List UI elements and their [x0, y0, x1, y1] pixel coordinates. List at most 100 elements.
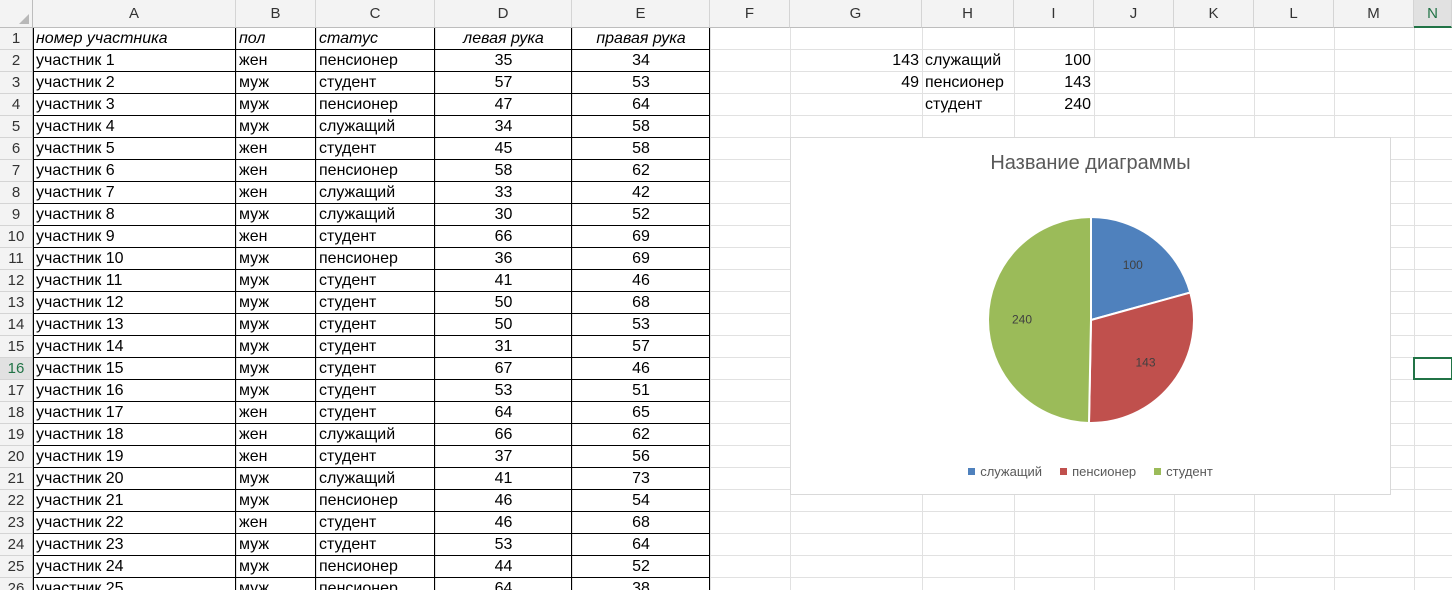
header-status[interactable]: статус [316, 28, 435, 50]
cell-gender[interactable]: муж [236, 490, 316, 512]
cell-g3[interactable]: 49 [790, 72, 922, 94]
cell-left-hand[interactable]: 34 [435, 116, 572, 138]
row-header-16[interactable]: 16 [0, 358, 33, 380]
cell-participant[interactable]: участник 25 [33, 578, 236, 590]
cell-left-hand[interactable]: 58 [435, 160, 572, 182]
cell-participant[interactable]: участник 14 [33, 336, 236, 358]
cell-left-hand[interactable]: 66 [435, 424, 572, 446]
cell-left-hand[interactable]: 36 [435, 248, 572, 270]
cell-status[interactable]: пенсионер [316, 50, 435, 72]
cell-right-hand[interactable]: 62 [572, 424, 710, 446]
column-header-b[interactable]: B [236, 0, 316, 28]
cell-participant[interactable]: участник 6 [33, 160, 236, 182]
cell-participant[interactable]: участник 7 [33, 182, 236, 204]
cell-left-hand[interactable]: 67 [435, 358, 572, 380]
cell-right-hand[interactable]: 58 [572, 138, 710, 160]
cell-i3[interactable]: 143 [1014, 72, 1094, 94]
column-header-k[interactable]: K [1174, 0, 1254, 28]
cell-right-hand[interactable]: 52 [572, 204, 710, 226]
row-header-24[interactable]: 24 [0, 534, 33, 556]
cell-right-hand[interactable]: 34 [572, 50, 710, 72]
cell-status[interactable]: студент [316, 358, 435, 380]
select-all-corner[interactable] [0, 0, 33, 28]
column-header-f[interactable]: F [710, 0, 790, 28]
cell-gender[interactable]: муж [236, 94, 316, 116]
cell-participant[interactable]: участник 16 [33, 380, 236, 402]
cell-right-hand[interactable]: 38 [572, 578, 710, 590]
cell-participant[interactable]: участник 18 [33, 424, 236, 446]
cell-gender[interactable]: жен [236, 226, 316, 248]
cell-participant[interactable]: участник 24 [33, 556, 236, 578]
cell-right-hand[interactable]: 46 [572, 270, 710, 292]
cell-left-hand[interactable]: 44 [435, 556, 572, 578]
cell-gender[interactable]: муж [236, 578, 316, 590]
cell-status[interactable]: студент [316, 226, 435, 248]
cell-status[interactable]: студент [316, 138, 435, 160]
cell-participant[interactable]: участник 9 [33, 226, 236, 248]
cell-status[interactable]: пенсионер [316, 94, 435, 116]
cell-right-hand[interactable]: 56 [572, 446, 710, 468]
cell-left-hand[interactable]: 50 [435, 292, 572, 314]
cell-participant[interactable]: участник 4 [33, 116, 236, 138]
cell-participant[interactable]: участник 8 [33, 204, 236, 226]
cell-participant[interactable]: участник 10 [33, 248, 236, 270]
cell-status[interactable]: студент [316, 72, 435, 94]
cell-right-hand[interactable]: 51 [572, 380, 710, 402]
cell-status[interactable]: студент [316, 336, 435, 358]
spreadsheet-grid[interactable]: ABCDEFGHIJKLMN 1 2 3 4 5 6 7 8 9 10 11 12 13 14 15 16 17… [0, 0, 1452, 590]
cell-status[interactable]: студент [316, 292, 435, 314]
cell-status[interactable]: студент [316, 534, 435, 556]
cell-left-hand[interactable]: 50 [435, 314, 572, 336]
cell-gender[interactable]: жен [236, 160, 316, 182]
data-label-pensioner[interactable]: 143 [1135, 355, 1155, 369]
cell-g2[interactable]: 143 [790, 50, 922, 72]
cell-right-hand[interactable]: 52 [572, 556, 710, 578]
cell-left-hand[interactable]: 33 [435, 182, 572, 204]
cell-right-hand[interactable]: 62 [572, 160, 710, 182]
cell-participant[interactable]: участник 5 [33, 138, 236, 160]
column-header-d[interactable]: D [435, 0, 572, 28]
cell-participant[interactable]: участник 21 [33, 490, 236, 512]
header-left-hand[interactable]: левая рука [435, 28, 572, 50]
cell-gender[interactable]: муж [236, 270, 316, 292]
row-header-21[interactable]: 21 [0, 468, 33, 490]
cell-i2[interactable]: 100 [1014, 50, 1094, 72]
column-header-i[interactable]: I [1014, 0, 1094, 28]
column-header-l[interactable]: L [1254, 0, 1334, 28]
cell-status[interactable]: служащий [316, 204, 435, 226]
column-header-c[interactable]: C [316, 0, 435, 28]
cell-right-hand[interactable]: 57 [572, 336, 710, 358]
cell-h2[interactable]: служащий [922, 50, 1014, 72]
cell-right-hand[interactable]: 65 [572, 402, 710, 424]
cell-left-hand[interactable]: 41 [435, 270, 572, 292]
cell-participant[interactable]: участник 12 [33, 292, 236, 314]
cell-left-hand[interactable]: 35 [435, 50, 572, 72]
cell-gender[interactable]: муж [236, 358, 316, 380]
row-header-26[interactable]: 26 [0, 578, 33, 590]
row-header-2[interactable]: 2 [0, 50, 33, 72]
cell-left-hand[interactable]: 30 [435, 204, 572, 226]
cell-right-hand[interactable]: 69 [572, 226, 710, 248]
column-header-g[interactable]: G [790, 0, 922, 28]
cell-status[interactable]: служащий [316, 182, 435, 204]
cell-right-hand[interactable]: 42 [572, 182, 710, 204]
cell-left-hand[interactable]: 46 [435, 512, 572, 534]
cell-status[interactable]: студент [316, 402, 435, 424]
cell-participant[interactable]: участник 11 [33, 270, 236, 292]
cell-participant[interactable]: участник 22 [33, 512, 236, 534]
cell-gender[interactable]: муж [236, 292, 316, 314]
row-header-20[interactable]: 20 [0, 446, 33, 468]
cell-participant[interactable]: участник 17 [33, 402, 236, 424]
cell-right-hand[interactable]: 69 [572, 248, 710, 270]
cell-gender[interactable]: муж [236, 336, 316, 358]
active-cell-selection[interactable] [1413, 357, 1452, 380]
cell-status[interactable]: студент [316, 314, 435, 336]
legend-item-pensioner[interactable]: пенсионер [1060, 464, 1136, 479]
row-header-11[interactable]: 11 [0, 248, 33, 270]
cell-right-hand[interactable]: 58 [572, 116, 710, 138]
pie-chart[interactable]: Название диаграммы 100 143 240 служащий пен… [790, 137, 1391, 495]
column-header-j[interactable]: J [1094, 0, 1174, 28]
column-header-a[interactable]: A [33, 0, 236, 28]
cell-gender[interactable]: муж [236, 72, 316, 94]
cell-status[interactable]: студент [316, 512, 435, 534]
